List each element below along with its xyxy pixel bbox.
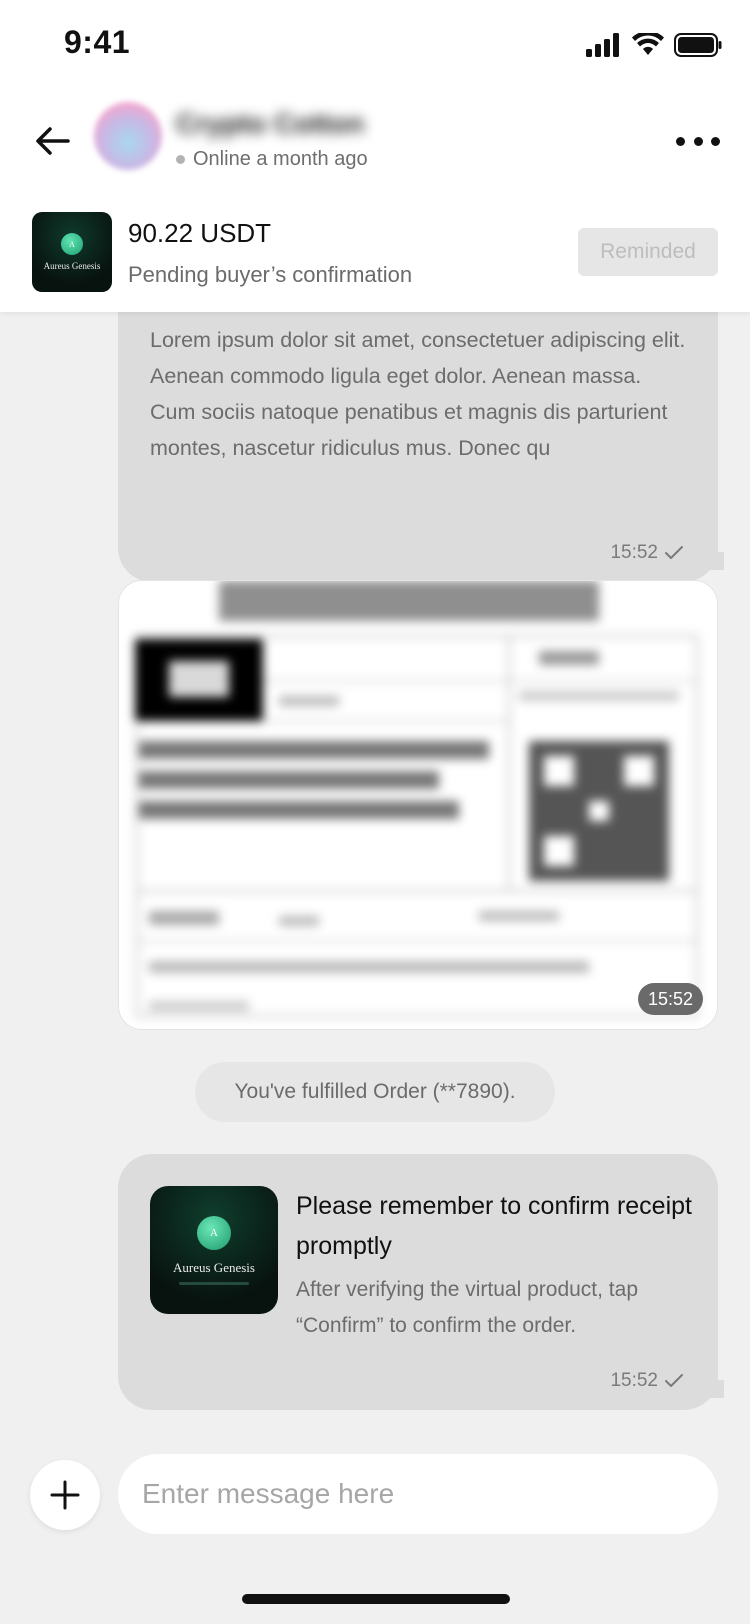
status-time: 9:41 (64, 24, 131, 60)
message-meta: 15:52 (610, 1370, 684, 1392)
add-attachment-button[interactable] (30, 1460, 100, 1530)
image-time-badge: 15:52 (637, 983, 703, 1015)
outgoing-text-message[interactable]: Lorem ipsum dolor sit amet, consectetuer… (118, 312, 718, 582)
message-composer (0, 1452, 750, 1556)
bubble-tail (700, 552, 724, 570)
order-status: Pending buyer’s confirmation (128, 262, 413, 287)
order-price: 90.22 USDT (128, 218, 272, 248)
card-title: Please remember to confirm receipt promp… (296, 1192, 692, 1260)
product-logo-icon: A (61, 233, 83, 255)
status-icons (586, 30, 722, 60)
online-status-text: Online a month ago (193, 148, 368, 170)
status-bar: 9:41 (0, 0, 750, 90)
confirm-receipt-card-message[interactable]: A Aureus Genesis Please remember to conf… (118, 1154, 718, 1410)
battery-icon (674, 33, 722, 57)
cellular-signal-icon (586, 33, 619, 57)
user-name: Crypto Cotton (176, 108, 365, 139)
shipping-label-image[interactable]: 15:52 (118, 580, 718, 1030)
card-thumb-divider (179, 1281, 249, 1285)
bubble-tail (700, 1380, 724, 1398)
online-status: Online a month ago (176, 148, 368, 171)
back-button[interactable] (30, 118, 76, 164)
product-logo-icon: A (197, 1215, 231, 1250)
arrow-left-icon (36, 127, 70, 155)
more-dot-icon (711, 136, 720, 146)
message-time: 15:52 (610, 542, 658, 563)
status-dot-icon (176, 155, 185, 164)
card-thumb-title: Aureus Genesis (173, 1259, 255, 1275)
product-thumb-title: Aureus Genesis (43, 261, 101, 271)
message-text: Lorem ipsum dolor sit amet, consectetuer… (150, 328, 686, 460)
sent-check-icon (665, 546, 683, 559)
system-notice: You've fulfilled Order (**7890). (195, 1062, 555, 1122)
more-dot-icon (693, 136, 703, 146)
sent-check-icon (665, 1374, 683, 1387)
message-input[interactable] (118, 1454, 718, 1534)
wifi-icon (632, 33, 664, 55)
message-meta: 15:52 (610, 542, 684, 564)
plus-icon (50, 1480, 80, 1510)
more-dot-icon (676, 136, 685, 146)
card-description: After verifying the virtual product, tap… (296, 1278, 638, 1337)
card-product-thumbnail[interactable]: A Aureus Genesis (150, 1186, 278, 1314)
product-thumbnail[interactable]: A Aureus Genesis (32, 212, 112, 292)
shipping-label-graphic (119, 581, 717, 1029)
home-indicator[interactable] (242, 1594, 510, 1604)
message-time: 15:52 (610, 1370, 658, 1391)
avatar[interactable] (94, 102, 162, 170)
chat-messages[interactable]: Lorem ipsum dolor sit amet, consectetuer… (0, 312, 750, 1452)
reminded-button[interactable]: Reminded (578, 228, 718, 276)
chat-header: Crypto Cotton Online a month ago (0, 90, 750, 200)
more-options-button[interactable] (676, 126, 720, 156)
order-summary-bar: A Aureus Genesis 90.22 USDT Pending buye… (0, 200, 750, 312)
